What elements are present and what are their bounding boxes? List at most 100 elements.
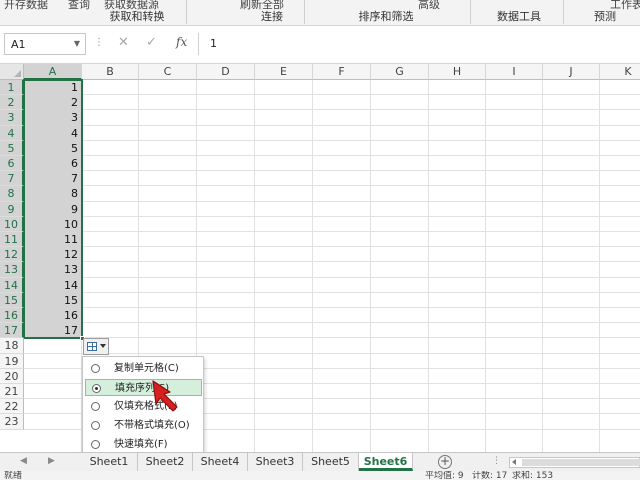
sheet-tab-sheet2[interactable]: Sheet2 [138,453,193,471]
ribbon-cut-label: 高级 [418,0,440,11]
cancel-icon[interactable]: ✕ [118,35,129,50]
row-header[interactable]: 15 [0,292,24,308]
grid-line [24,261,640,263]
tab-split-icon[interactable]: ⋮ [492,456,501,466]
scroll-left-icon[interactable] [512,459,516,465]
autofill-menu-item-label: 不带格式填充(O) [114,420,190,431]
sheet-tab-bar: ◀ ▶ Sheet1 Sheet2 Sheet4 Sheet3 Sheet5 Sheet6… [0,452,640,471]
status-average: 平均值: 9 [425,471,464,480]
row-header[interactable]: 17 [0,323,24,339]
column-header-h[interactable]: H [429,64,486,80]
radio-icon[interactable] [91,364,100,373]
autofill-options-icon [87,342,97,351]
formula-input[interactable]: 1 [210,37,217,50]
radio-icon[interactable] [92,384,101,393]
column-header-f[interactable]: F [313,64,371,80]
row-header[interactable]: 4 [0,125,24,141]
column-header-c[interactable]: C [139,64,197,80]
ribbon-group-get-transform: 获取和转换 [109,10,165,23]
radio-icon[interactable] [91,440,100,449]
grid-line [254,80,255,452]
grid-line [542,80,543,452]
row-header[interactable]: 10 [0,216,24,232]
select-all-corner[interactable] [0,64,24,80]
prev-sheet-icon[interactable]: ◀ [20,456,27,466]
row-header[interactable]: 14 [0,277,24,293]
row-header[interactable]: 21 [0,384,24,400]
row-header[interactable]: 8 [0,186,24,202]
row-header[interactable]: 19 [0,353,24,369]
next-sheet-icon[interactable]: ▶ [48,456,55,466]
autofill-menu-item-label: 仅填充格式(F) [114,401,178,412]
grid-line [428,80,429,452]
row-header[interactable]: 7 [0,171,24,187]
sheet-tab-sheet4[interactable]: Sheet4 [193,453,248,471]
column-header-e[interactable]: E [255,64,313,80]
ribbon-cut-label: 工作表 [610,0,640,11]
sheet-tab-sheet3[interactable]: Sheet3 [248,453,303,471]
autofill-menu-item[interactable]: 填充序列(S) [85,379,202,396]
row-header[interactable]: 20 [0,368,24,384]
radio-icon[interactable] [91,402,100,411]
column-header-k[interactable]: K [600,64,640,80]
sheet-tab-sheet1[interactable]: Sheet1 [81,453,138,471]
name-box-value: A1 [11,38,26,51]
column-header-i[interactable]: I [486,64,543,80]
row-header[interactable]: 9 [0,201,24,217]
grid-line [312,80,313,452]
status-count: 计数: 17 [472,471,508,480]
grid-line [24,139,640,141]
column-header-b[interactable]: B [82,64,139,80]
horizontal-scrollbar[interactable] [509,457,640,468]
ribbon-divider [470,0,471,24]
sheet-tab-sheet6[interactable]: Sheet6 [359,453,413,471]
autofill-options-button[interactable] [83,338,109,355]
autofill-menu-item[interactable]: 快速填充(F) [85,436,202,453]
enter-icon[interactable]: ✓ [146,35,157,50]
grid-line [370,80,371,452]
grid-line [24,337,640,339]
selection-border [23,79,83,339]
row-header[interactable]: 5 [0,140,24,156]
name-box[interactable]: A1 ▼ [4,33,86,55]
autofill-menu-item-label: 复制单元格(C) [114,363,179,374]
row-header[interactable]: 23 [0,414,24,430]
status-sum: 求和: 153 [512,471,554,480]
column-header-a[interactable]: A [24,64,82,80]
autofill-menu-item[interactable]: 仅填充格式(F) [85,398,202,415]
grid-line [24,276,640,278]
grid-line [24,215,640,217]
more-icon[interactable]: ⋮ [94,37,104,48]
row-header[interactable]: 13 [0,262,24,278]
row-header[interactable]: 6 [0,156,24,172]
autofill-menu-item[interactable]: 不带格式填充(O) [85,417,202,434]
grid-line [24,307,640,308]
row-header[interactable]: 22 [0,399,24,415]
formula-divider [198,33,199,55]
scrollbar-thumb[interactable] [522,459,640,466]
chevron-down-icon[interactable]: ▼ [74,39,80,48]
column-header-g[interactable]: G [371,64,429,80]
row-header[interactable]: 2 [0,95,24,111]
grid-line [24,185,640,187]
ribbon: 开存数据 查询 获取数据源 刷新全部 高级 获取和转换 连接 排序和筛选 数据工… [0,0,640,26]
grid-line [24,246,640,248]
sheet-tab-sheet5[interactable]: Sheet5 [303,453,359,471]
row-header[interactable]: 12 [0,247,24,263]
row-header[interactable]: 18 [0,338,24,354]
ribbon-divider [563,0,564,24]
autofill-menu-item-label: 填充序列(S) [115,383,170,394]
column-header-j[interactable]: J [543,64,600,80]
radio-icon[interactable] [91,421,100,430]
row-header[interactable]: 16 [0,308,24,324]
row-header[interactable]: 1 [0,80,24,96]
chevron-down-icon [100,344,106,348]
row-header[interactable]: 11 [0,232,24,248]
fx-icon[interactable]: fx [176,35,187,49]
column-header-d[interactable]: D [197,64,255,80]
grid-line [485,80,486,452]
autofill-menu-item[interactable]: 复制单元格(C) [85,360,202,377]
row-header[interactable]: 3 [0,110,24,126]
add-sheet-icon[interactable]: + [438,455,452,469]
grid-line [24,170,640,172]
